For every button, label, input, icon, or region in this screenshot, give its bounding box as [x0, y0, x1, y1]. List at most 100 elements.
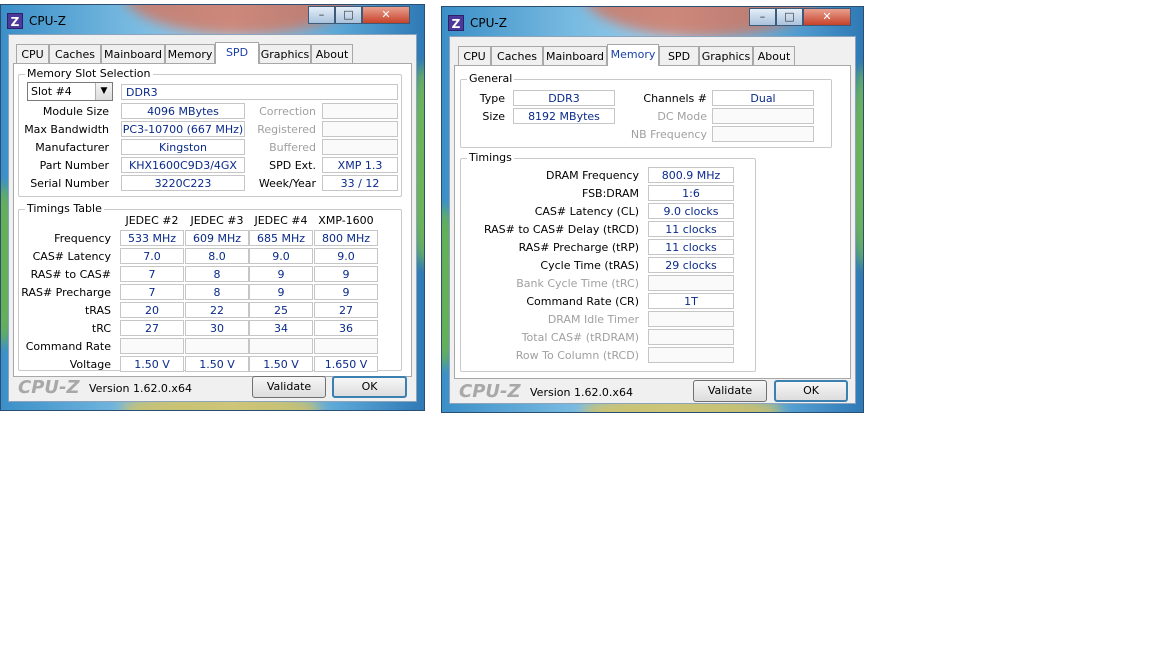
timing-cell: 533 MHz — [120, 230, 184, 246]
buffered-field — [322, 139, 398, 155]
timing-cell: 27 — [120, 320, 184, 336]
window-title: CPU-Z — [470, 16, 507, 30]
serial-number-label: Serial Number — [30, 177, 109, 190]
module-size-label: Module Size — [42, 105, 109, 118]
ras-precharge-label: RAS# Precharge (tRP) — [518, 241, 639, 254]
timings-table-group: Timings Table JEDEC #2 JEDEC #3 JEDEC #4… — [18, 202, 402, 372]
timing-cell: 1.50 V — [120, 356, 184, 372]
timing-cell: 9 — [249, 266, 313, 282]
channels-field: Dual — [712, 90, 814, 106]
timing-cell: 1.50 V — [249, 356, 313, 372]
timing-cell: 20 — [120, 302, 184, 318]
row-to-column-field — [648, 347, 734, 363]
correction-field — [322, 103, 398, 119]
maximize-button[interactable]: □ — [776, 8, 803, 26]
tab-spd[interactable]: SPD — [215, 42, 259, 64]
timing-cell — [120, 338, 184, 354]
fsb-dram-label: FSB:DRAM — [581, 187, 639, 200]
spd-tab-panel: Memory Slot Selection Slot #4 ▼ DDR3 Mod… — [13, 63, 412, 377]
validate-button[interactable]: Validate — [252, 376, 326, 398]
timing-cell: 34 — [249, 320, 313, 336]
dram-frequency-field: 800.9 MHz — [648, 167, 734, 183]
tab-about[interactable]: About — [311, 44, 353, 63]
close-button[interactable]: ✕ — [362, 6, 410, 24]
close-button[interactable]: ✕ — [803, 8, 851, 26]
version-text: Version 1.62.0.x64 — [530, 386, 633, 399]
maximize-button[interactable]: □ — [335, 6, 362, 24]
timing-cell — [249, 338, 313, 354]
minimize-button[interactable]: – — [308, 6, 335, 24]
fsb-dram-field: 1:6 — [648, 185, 734, 201]
column-header-jedec-4: JEDEC #4 — [254, 214, 308, 227]
tab-mainboard[interactable]: Mainboard — [543, 46, 607, 65]
nb-frequency-field — [712, 126, 814, 142]
cpu-z-logo: CPU-Z — [18, 377, 80, 398]
timing-cell: 7.0 — [120, 248, 184, 264]
timing-cell: 685 MHz — [249, 230, 313, 246]
cpu-z-app-icon: Z — [448, 15, 464, 31]
tab-caches[interactable]: Caches — [49, 44, 101, 63]
ras-to-cas-delay-field: 11 clocks — [648, 221, 734, 237]
general-group: General Type DDR3 Size 8192 MBytes Chann… — [460, 72, 832, 148]
minimize-button[interactable]: – — [749, 8, 776, 26]
cas-latency-label: CAS# Latency (CL) — [534, 205, 639, 218]
tab-graphics[interactable]: Graphics — [259, 44, 311, 63]
size-label: Size — [482, 110, 505, 123]
timing-cell: 1.50 V — [185, 356, 249, 372]
window-client-area: CPU Caches Mainboard Memory SPD Graphics… — [449, 36, 856, 404]
dram-frequency-label: DRAM Frequency — [545, 169, 639, 182]
bank-cycle-time-field — [648, 275, 734, 291]
tab-memory[interactable]: Memory — [165, 44, 215, 63]
ok-button[interactable]: OK — [332, 376, 407, 398]
group-title: Memory Slot Selection — [25, 67, 153, 80]
size-field: 8192 MBytes — [513, 108, 615, 124]
timing-cell: 27 — [314, 302, 378, 318]
column-header-xmp-1600: XMP-1600 — [318, 214, 374, 227]
tab-cpu[interactable]: CPU — [16, 44, 49, 63]
tab-about[interactable]: About — [753, 46, 795, 65]
tab-memory[interactable]: Memory — [607, 44, 659, 66]
week-year-field: 33 / 12 — [322, 175, 398, 191]
command-rate-field: 1T — [648, 293, 734, 309]
timing-row-label: RAS# Precharge — [21, 286, 111, 299]
timing-cell: 609 MHz — [185, 230, 249, 246]
timing-row-label: CAS# Latency — [32, 250, 111, 263]
cpu-z-logo: CPU-Z — [459, 381, 521, 402]
tab-mainboard[interactable]: Mainboard — [101, 44, 165, 63]
title-bar[interactable]: Z CPU-Z – □ ✕ — [1, 5, 424, 35]
cpu-z-window-spd: Z CPU-Z – □ ✕ CPU Caches Mainboard Memor… — [0, 4, 425, 411]
dram-idle-timer-label: DRAM Idle Timer — [547, 313, 639, 326]
dc-mode-field — [712, 108, 814, 124]
manufacturer-field: Kingston — [121, 139, 245, 155]
type-label: Type — [479, 92, 505, 105]
version-text: Version 1.62.0.x64 — [89, 382, 192, 395]
spd-ext-label: SPD Ext. — [269, 159, 316, 172]
cycle-time-field: 29 clocks — [648, 257, 734, 273]
tab-graphics[interactable]: Graphics — [699, 46, 753, 65]
validate-button[interactable]: Validate — [693, 380, 767, 402]
command-rate-label: Command Rate (CR) — [526, 295, 639, 308]
timing-cell: 7 — [120, 284, 184, 300]
memory-type-field: DDR3 — [121, 84, 398, 100]
timing-cell: 9.0 — [314, 248, 378, 264]
column-header-jedec-2: JEDEC #2 — [125, 214, 179, 227]
timings-group: Timings DRAM Frequency 800.9 MHz FSB:DRA… — [460, 151, 756, 372]
cpu-z-app-icon: Z — [7, 13, 23, 29]
timing-cell: 9.0 — [249, 248, 313, 264]
ras-precharge-field: 11 clocks — [648, 239, 734, 255]
tab-cpu[interactable]: CPU — [458, 46, 491, 65]
tab-spd[interactable]: SPD — [659, 46, 699, 65]
max-bandwidth-field: PC3-10700 (667 MHz) — [121, 121, 245, 137]
ok-button[interactable]: OK — [774, 380, 848, 402]
timing-row-label: Voltage — [69, 358, 111, 371]
timing-cell — [185, 338, 249, 354]
cas-latency-field: 9.0 clocks — [648, 203, 734, 219]
chevron-down-icon[interactable]: ▼ — [95, 83, 112, 100]
title-bar[interactable]: Z CPU-Z – □ ✕ — [442, 7, 863, 37]
group-title: Timings Table — [25, 202, 104, 215]
week-year-label: Week/Year — [258, 177, 316, 190]
timing-row-label: tRC — [91, 322, 111, 335]
timing-cell: 8 — [185, 266, 249, 282]
slot-select[interactable]: Slot #4 ▼ — [27, 82, 113, 101]
tab-caches[interactable]: Caches — [491, 46, 543, 65]
